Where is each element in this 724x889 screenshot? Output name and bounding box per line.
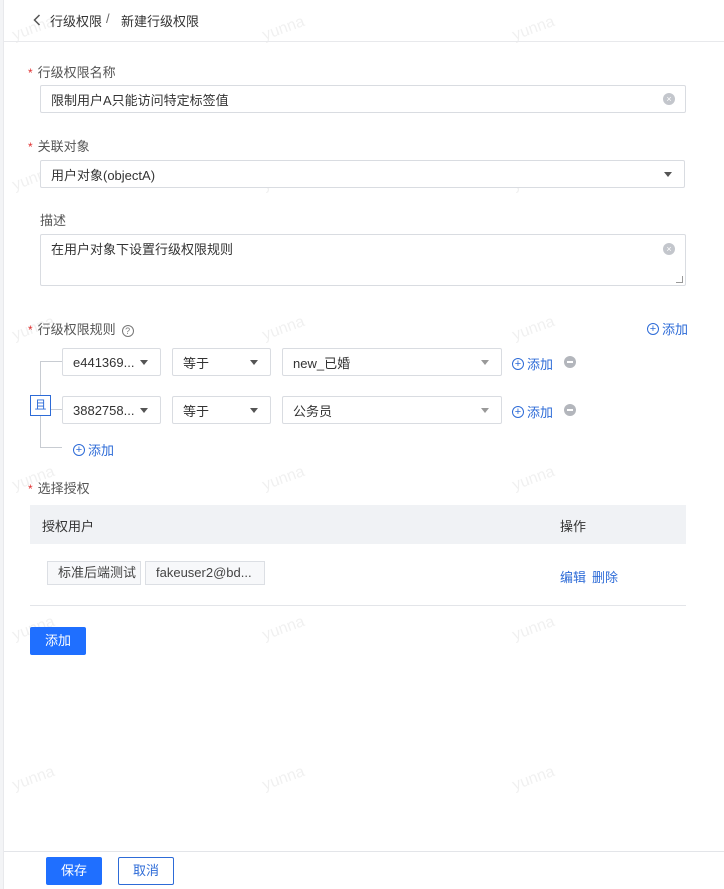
logic-and-toggle[interactable]: 且	[30, 395, 51, 416]
edit-link[interactable]: 编辑	[560, 567, 586, 586]
add-rule-button[interactable]: + 添加	[512, 402, 553, 421]
watermark: yunna	[510, 313, 558, 344]
rule-field-value: e441369...	[73, 354, 135, 370]
plus-circle-icon: +	[512, 357, 524, 370]
rule-operator-value: 等于	[183, 403, 210, 419]
question-circle-icon[interactable]: ?	[121, 324, 134, 337]
grant-label-text: 选择授权	[37, 481, 90, 496]
plus-circle-icon: +	[73, 443, 85, 456]
rule-value-select[interactable]: 公务员	[282, 396, 502, 424]
remove-circle-icon[interactable]	[564, 404, 576, 416]
description-textarea[interactable]: 在用户对象下设置行级权限规则 ×	[40, 234, 686, 286]
breadcrumb-separator: /	[106, 11, 110, 26]
watermark: yunna	[10, 763, 58, 794]
description-label: 描述	[40, 213, 67, 228]
watermark: yunna	[260, 613, 308, 644]
user-tag: 标准后端测试	[47, 561, 141, 585]
column-header-user: 授权用户	[42, 519, 95, 534]
rules-label-text: 行级权限规则	[37, 322, 116, 337]
grant-label: * 选择授权	[28, 478, 90, 497]
caret-down-icon	[250, 360, 258, 365]
caret-down-icon	[250, 408, 258, 413]
user-tag: fakeuser2@bd...	[145, 561, 265, 585]
clear-icon[interactable]: ×	[663, 93, 675, 105]
caret-down-icon	[481, 360, 489, 365]
watermark: yunna	[260, 763, 308, 794]
plus-circle-icon: +	[512, 405, 524, 418]
rules-label: * 行级权限规则?	[28, 319, 134, 338]
add-rule-label: 添加	[527, 357, 554, 372]
watermark: yunna	[510, 463, 558, 494]
rule-field-select[interactable]: 3882758...	[62, 396, 161, 424]
chevron-left-icon[interactable]	[30, 10, 44, 30]
required-mark: *	[28, 482, 33, 496]
rule-value-select[interactable]: new_已婚	[282, 348, 502, 376]
rule-field-select[interactable]: e441369...	[62, 348, 161, 376]
rule-operator-select[interactable]: 等于	[172, 396, 271, 424]
add-condition-button[interactable]: + 添加	[73, 440, 114, 459]
object-label-text: 关联对象	[37, 139, 90, 154]
grant-table-header: 授权用户 操作	[30, 505, 686, 544]
name-input-value: 限制用户A只能访问特定标签值	[51, 92, 229, 108]
clear-icon[interactable]: ×	[663, 243, 675, 255]
breadcrumb-current: 新建行级权限	[121, 14, 200, 29]
name-label-text: 行级权限名称	[37, 65, 116, 80]
save-button[interactable]: 保存	[46, 857, 102, 885]
object-select[interactable]: 用户对象(objectA)	[40, 160, 685, 188]
rule-operator-value: 等于	[183, 355, 210, 371]
rule-field-value: 3882758...	[73, 402, 135, 418]
breadcrumb: 行级权限 / 新建行级权限	[4, 0, 724, 42]
add-rule-label: 添加	[527, 405, 554, 420]
divider	[30, 605, 686, 606]
watermark: yunna	[260, 313, 308, 344]
left-sidebar-edge	[0, 0, 4, 889]
delete-link[interactable]: 删除	[592, 567, 618, 586]
resize-handle-icon[interactable]	[676, 276, 683, 283]
required-mark: *	[28, 323, 33, 337]
rule-operator-select[interactable]: 等于	[172, 348, 271, 376]
rule-tree-branch	[40, 361, 62, 362]
object-select-value: 用户对象(objectA)	[51, 167, 156, 183]
rule-value-text: new_已婚	[293, 355, 351, 371]
watermark: yunna	[510, 763, 558, 794]
cancel-button[interactable]: 取消	[118, 857, 174, 885]
required-mark: *	[28, 66, 33, 80]
caret-down-icon	[140, 360, 148, 365]
rule-value-text: 公务员	[293, 403, 333, 419]
add-grant-button[interactable]: 添加	[30, 627, 86, 655]
plus-circle-icon: +	[647, 322, 659, 335]
add-rule-button[interactable]: + 添加	[512, 354, 553, 373]
add-condition-label: 添加	[88, 443, 115, 458]
caret-down-icon	[664, 172, 672, 177]
description-value: 在用户对象下设置行级权限规则	[51, 242, 234, 257]
breadcrumb-parent[interactable]: 行级权限	[50, 11, 102, 30]
watermark: yunna	[510, 613, 558, 644]
caret-down-icon	[481, 408, 489, 413]
add-rule-group-label: 添加	[662, 322, 689, 337]
name-label: * 行级权限名称	[28, 62, 116, 81]
object-label: * 关联对象	[28, 136, 90, 155]
rule-tree-branch	[40, 447, 62, 448]
required-mark: *	[28, 140, 33, 154]
column-header-action: 操作	[560, 519, 587, 534]
divider	[4, 851, 724, 852]
caret-down-icon	[140, 408, 148, 413]
watermark: yunna	[260, 463, 308, 494]
add-rule-group-button[interactable]: + 添加	[647, 319, 688, 338]
remove-circle-icon[interactable]	[564, 356, 576, 368]
name-input[interactable]: 限制用户A只能访问特定标签值 ×	[40, 85, 686, 113]
